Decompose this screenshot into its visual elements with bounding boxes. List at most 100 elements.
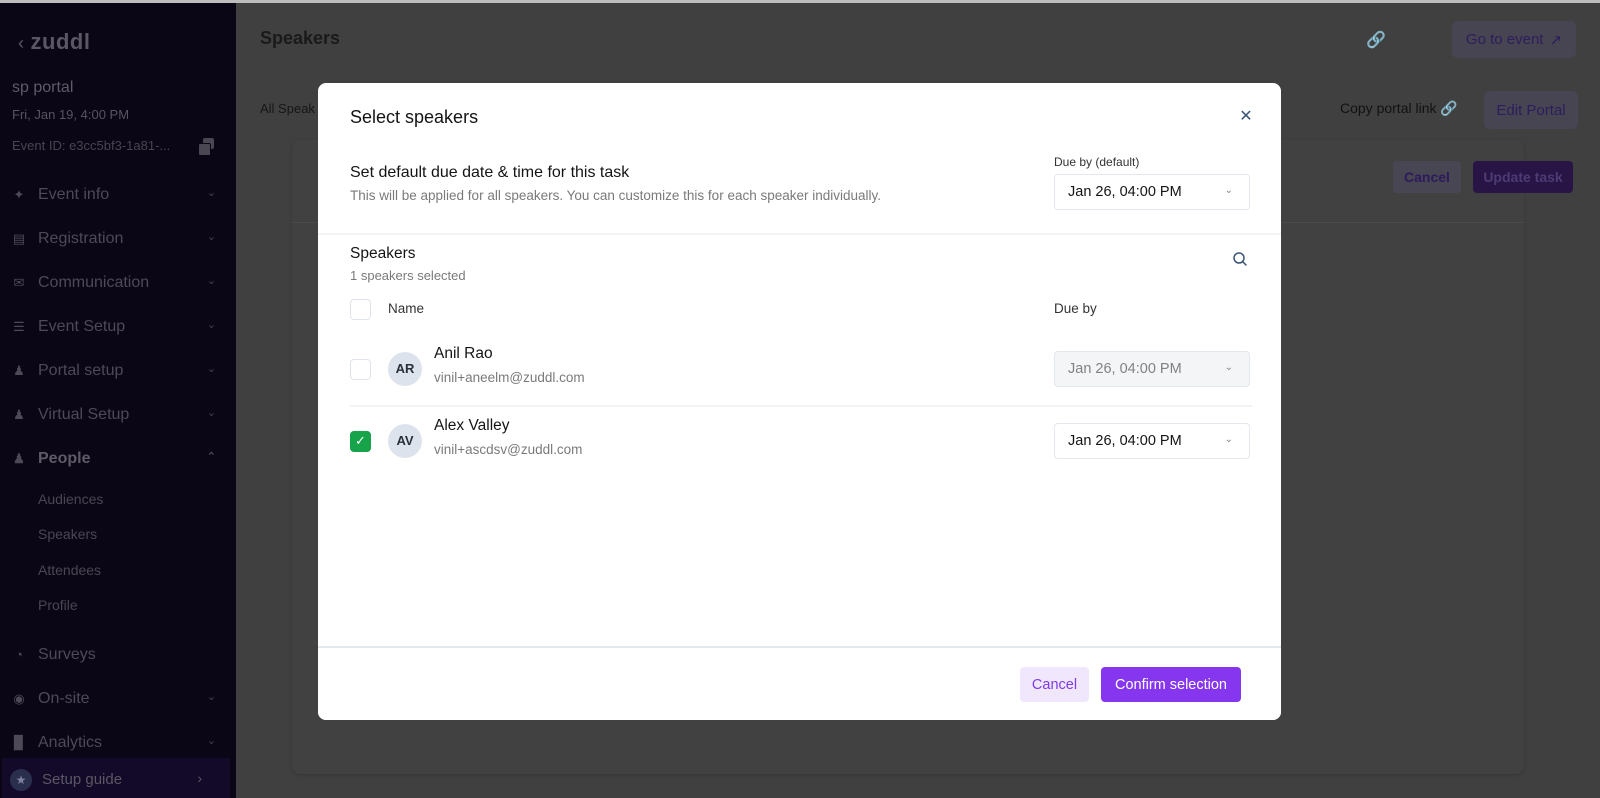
chevron-down-icon: ⌄ (206, 231, 216, 243)
compass-icon: ◉ (13, 691, 25, 706)
speakers-section-title: Speakers (350, 245, 416, 262)
speaker-due-date-select[interactable]: Jan 26, 04:00 PM ⌄ (1054, 423, 1250, 459)
chevron-down-icon: ⌄ (206, 691, 216, 703)
chevron-down-icon: ⌄ (1224, 362, 1233, 373)
sidebar-item-label: Communication (38, 274, 150, 291)
chevron-down-icon: ⌄ (206, 275, 216, 287)
edit-portal-button[interactable]: Edit Portal (1484, 91, 1578, 129)
chevron-down-icon: ⌄ (1224, 185, 1233, 196)
star-icon: ★ (10, 768, 32, 791)
speaker-row: ✓ AV Alex Valley vinil+ascdsv@zuddl.com … (318, 407, 1281, 477)
sidebar-item-portal-setup[interactable]: ♟ Portal setup ⌄ (0, 349, 236, 393)
sidebar-subitem-attendees[interactable]: Attendees (0, 552, 236, 588)
speaker-due-date-value: Jan 26, 04:00 PM (1068, 433, 1182, 449)
sidebar-item-people[interactable]: ♟ People ⌃ (0, 437, 236, 481)
tab-all-speakers[interactable]: All Speak (260, 101, 315, 116)
speakers-selected-count: 1 speakers selected (350, 268, 466, 283)
copy-portal-link-label: Copy portal link (1340, 100, 1437, 116)
setup-guide-button[interactable]: ★ Setup guide › (2, 758, 230, 798)
chevron-down-icon: ⌄ (1224, 434, 1233, 445)
link-icon[interactable]: 🔗 (1366, 30, 1386, 50)
sidebar-item-label: Surveys (38, 646, 96, 663)
arrow-up-right-icon: ↗ (1549, 31, 1563, 49)
wand-icon: ✦ (13, 187, 25, 202)
sidebar-item-label: Portal setup (38, 362, 124, 379)
form-icon: ▤ (12, 231, 26, 246)
cancel-button[interactable]: Cancel (1020, 667, 1089, 702)
pie-icon: ◔ (15, 647, 23, 662)
sidebar-item-label: Virtual Setup (38, 406, 130, 423)
sidebar-item-label: Event info (38, 186, 110, 203)
modal-title: Select speakers (350, 107, 479, 127)
speaker-due-date-select[interactable]: Jan 26, 04:00 PM ⌄ (1054, 351, 1250, 387)
back-to-home-link[interactable]: ‹ zuddl (18, 29, 90, 55)
sidebar-nav: ✦ Event info ⌄ ▤ Registration ⌄ ✉ Commun… (0, 173, 236, 765)
sidebar-item-label: Registration (38, 230, 124, 247)
chevron-up-icon: ⌃ (206, 451, 216, 463)
chevron-right-icon: › (197, 770, 202, 786)
page-title: Speakers (260, 28, 341, 48)
chevron-down-icon: ⌄ (206, 407, 216, 419)
sidebar-item-virtual-setup[interactable]: ♟ Virtual Setup ⌄ (0, 393, 236, 437)
logo: zuddl (30, 29, 91, 54)
card-cancel-button[interactable]: Cancel (1393, 161, 1461, 193)
people-icon: ♟ (13, 407, 25, 422)
event-date: Fri, Jan 19, 4:00 PM (12, 107, 130, 122)
speaker-name: Alex Valley (434, 417, 510, 434)
sidebar-subitem-speakers[interactable]: Speakers (0, 517, 236, 553)
copy-portal-link-button[interactable]: Copy portal link 🔗 (1340, 100, 1458, 117)
speaker-email: vinil+ascdsv@zuddl.com (434, 442, 583, 457)
people-icon: ♟ (13, 451, 25, 466)
chevron-down-icon: ⌄ (206, 187, 216, 199)
speaker-due-date-value: Jan 26, 04:00 PM (1068, 361, 1182, 377)
copy-icon[interactable] (198, 138, 214, 156)
event-name: sp portal (12, 79, 74, 96)
sidebar-item-event-info[interactable]: ✦ Event info ⌄ (0, 173, 236, 217)
sidebar-item-label: Analytics (38, 734, 103, 751)
sidebar-item-label: Event Setup (38, 318, 126, 335)
sidebar-item-registration[interactable]: ▤ Registration ⌄ (0, 217, 236, 261)
close-icon[interactable]: ✕ (1236, 107, 1256, 127)
column-header-due-by: Due by (1054, 301, 1097, 316)
chevron-down-icon: ⌄ (206, 319, 216, 331)
setup-guide-label: Setup guide (42, 771, 123, 788)
check-icon: ✓ (355, 433, 366, 448)
sidebar-item-on-site[interactable]: ◉ On-site ⌄ (0, 677, 236, 721)
default-due-date-value: Jan 26, 04:00 PM (1068, 184, 1182, 200)
avatar: AR (388, 352, 422, 386)
speaker-checkbox[interactable]: ✓ (350, 431, 371, 452)
chevron-down-icon: ⌄ (206, 735, 216, 747)
column-header-name: Name (388, 301, 425, 316)
select-all-checkbox[interactable] (350, 299, 371, 320)
sidebar-item-label: On-site (38, 690, 90, 707)
select-speakers-modal: Select speakers ✕ Set default due date &… (318, 83, 1281, 720)
speaker-email: vinil+aneelm@zuddl.com (434, 370, 585, 385)
sidebar-subitem-audiences[interactable]: Audiences (0, 481, 236, 517)
sidebar-item-surveys[interactable]: ◔ Surveys (0, 633, 236, 677)
sidebar-item-communication[interactable]: ✉ Communication ⌄ (0, 261, 236, 305)
divider (318, 233, 1281, 235)
chevron-down-icon: ⌄ (206, 363, 216, 375)
go-to-event-button[interactable]: Go to event ↗ (1452, 21, 1576, 58)
search-icon[interactable] (1230, 249, 1250, 269)
modal-footer: Cancel Confirm selection (318, 646, 1281, 720)
default-due-title: Set default due date & time for this tas… (350, 164, 630, 181)
go-to-event-label: Go to event (1465, 31, 1544, 48)
default-due-description: This will be applied for all speakers. Y… (350, 188, 882, 203)
avatar: AV (388, 424, 422, 458)
signpost-icon: ☰ (13, 319, 25, 334)
link-icon: 🔗 (1440, 100, 1458, 116)
speaker-checkbox[interactable] (350, 359, 371, 380)
confirm-selection-button[interactable]: Confirm selection (1101, 667, 1241, 702)
bar-chart-icon: ▉ (14, 735, 24, 750)
update-task-button[interactable]: Update task (1473, 161, 1573, 193)
default-due-date-select[interactable]: Jan 26, 04:00 PM ⌄ (1054, 174, 1250, 210)
mail-icon: ✉ (13, 275, 25, 290)
sidebar-subitem-profile[interactable]: Profile (0, 588, 236, 624)
chevron-left-icon: ‹ (18, 33, 25, 53)
event-id: Event ID: e3cc5bf3-1a81-... (12, 138, 171, 153)
sidebar: ‹ zuddl sp portal Fri, Jan 19, 4:00 PM Ev… (0, 0, 236, 798)
speaker-row: AR Anil Rao vinil+aneelm@zuddl.com Jan 2… (318, 335, 1281, 405)
sidebar-item-event-setup[interactable]: ☰ Event Setup ⌄ (0, 305, 236, 349)
